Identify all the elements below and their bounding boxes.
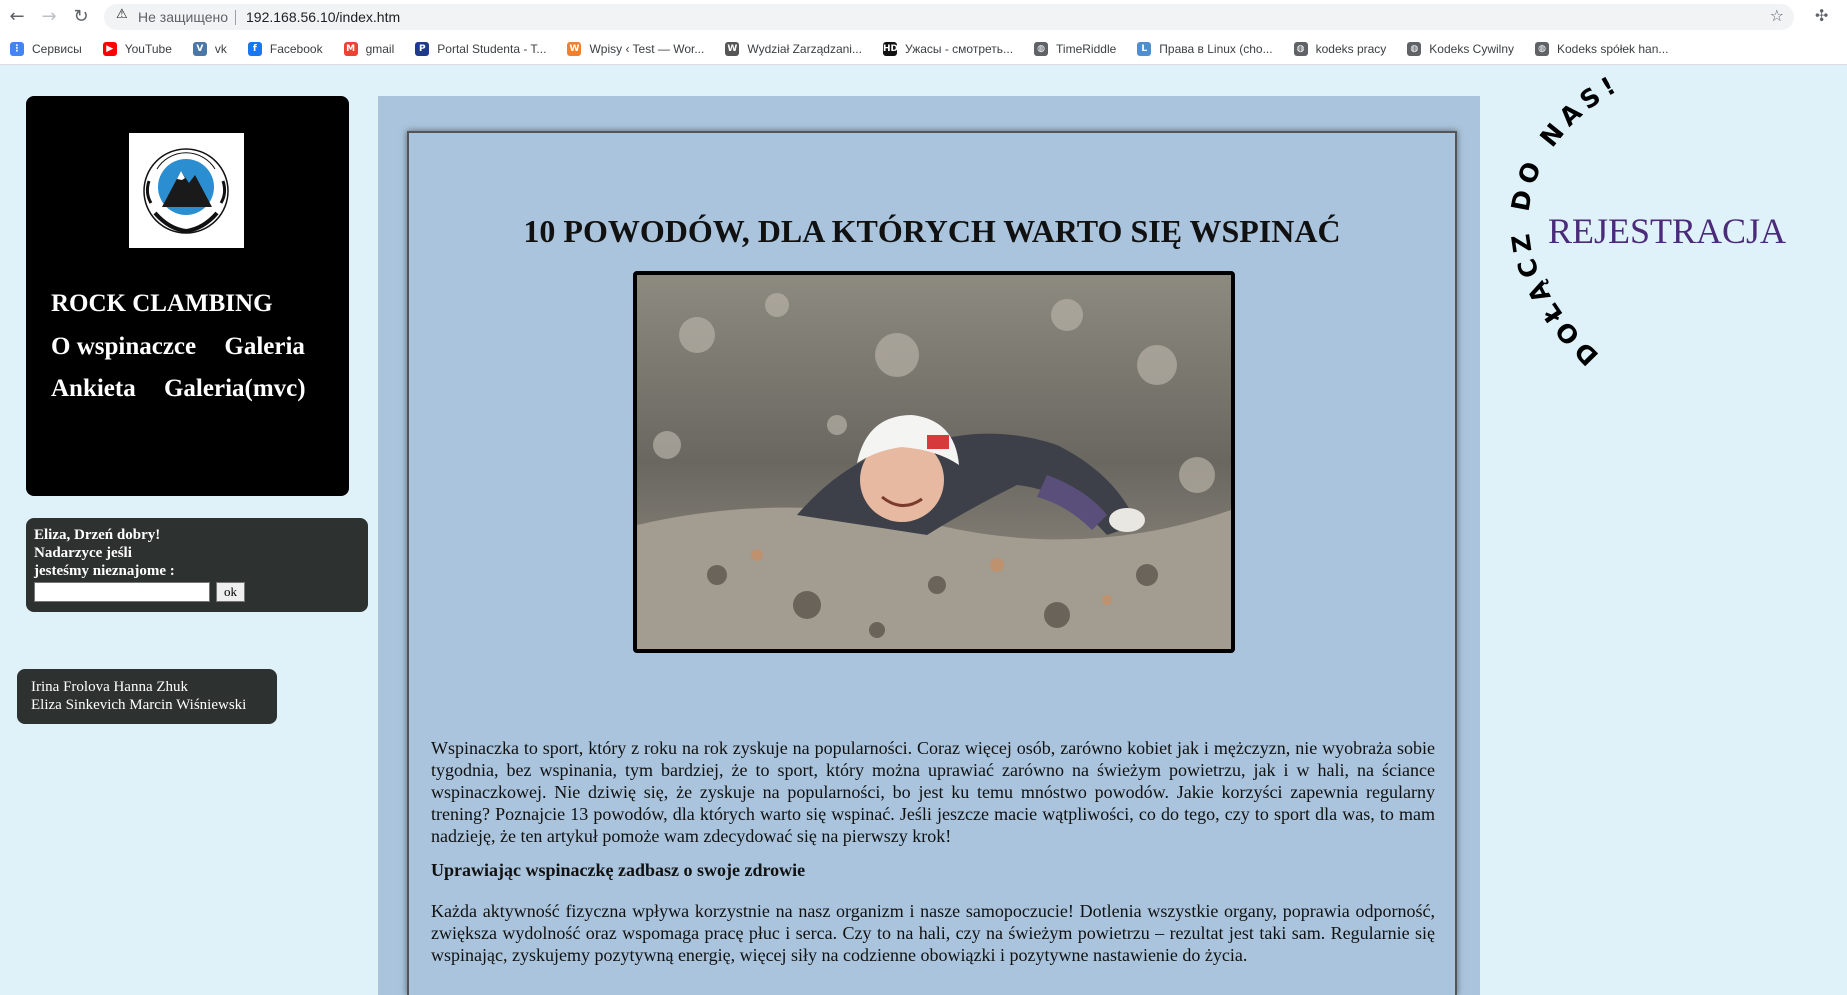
wordpress-icon: W xyxy=(567,42,582,56)
youtube-icon: ▶ xyxy=(102,42,117,56)
vk-icon: V xyxy=(192,42,207,56)
back-arrow-icon[interactable]: ← xyxy=(6,6,28,28)
bookmark-label: TimeRiddle xyxy=(1056,42,1117,56)
greeting-line-2: Nadarzyce jeśli xyxy=(34,545,132,561)
bookmark-label: vk xyxy=(214,42,227,56)
apps-grid-icon: ⋮ xyxy=(10,42,24,56)
greeting-line-1: Eliza, Drzeń dobry! xyxy=(34,527,161,543)
bookmark-label: Wydział Zarządzani... xyxy=(747,42,862,56)
bookmark-item[interactable]: P Portal Studenta - T... xyxy=(415,42,546,56)
bookmark-item[interactable]: L Права в Linux (cho... xyxy=(1137,42,1273,56)
nav-link-o-wspinaczce[interactable]: O wspinaczce xyxy=(51,333,196,360)
extensions-puzzle-icon[interactable]: ✣ xyxy=(1815,6,1828,25)
article-panel: 10 POWODÓW, DLA KTÓRYCH WARTO SIĘ WSPINA… xyxy=(407,131,1457,995)
nav-row-2: Ankieta Galeria(mvc) xyxy=(51,375,328,403)
bookmark-item[interactable]: ◍ Kodeks Cywilny xyxy=(1407,42,1514,56)
bookmark-label: Kodeks Cywilny xyxy=(1429,42,1514,56)
forward-arrow-icon[interactable]: → xyxy=(38,6,60,28)
bookmark-item[interactable]: Mgmail xyxy=(343,42,395,56)
nav-link-galeria[interactable]: Galeria xyxy=(224,333,305,360)
section-1-paragraph: Każda aktywność fizyczna wpływa korzystn… xyxy=(431,901,1435,965)
greeting-panel: Eliza, Drzeń dobry! Nadarzyce jeśli jest… xyxy=(26,518,368,612)
bookmark-label: Facebook xyxy=(269,42,323,56)
club-logo xyxy=(129,133,244,248)
bookmark-label: Ужасы - смотреть... xyxy=(904,42,1014,56)
url-text[interactable]: 192.168.56.10/index.htm xyxy=(246,9,400,25)
bookmark-label: YouTube xyxy=(124,42,172,56)
bookmark-star-icon[interactable]: ☆ xyxy=(1770,6,1784,25)
security-label[interactable]: Не защищено xyxy=(138,9,228,25)
article-title: 10 POWODÓW, DLA KTÓRYCH WARTO SIĘ WSPINA… xyxy=(523,213,1341,249)
wz-icon: W xyxy=(725,42,740,56)
bookmarks-bar: ⋮ Сервисы ▶ YouTube Vvk f Facebook Mgmail P Porta… xyxy=(0,34,1847,65)
greeting-line-3: jesteśmy nieznajome : xyxy=(34,563,175,579)
linux-icon: L xyxy=(1137,42,1152,56)
bookmark-item[interactable]: W Wydział Zarządzani... xyxy=(725,42,862,56)
globe-icon: ◍ xyxy=(1034,42,1049,56)
reload-icon[interactable]: ↻ xyxy=(70,6,92,28)
nav-link-ankieta[interactable]: Ankieta xyxy=(51,375,136,402)
register-link[interactable]: REJESTRACJA xyxy=(1548,210,1786,252)
bookmark-item[interactable]: W Wpisy ‹ Test — Wor... xyxy=(567,42,704,56)
bookmark-item[interactable]: ◍ kodeks pracy xyxy=(1293,42,1387,56)
hd-icon: HD xyxy=(882,42,898,56)
address-separator xyxy=(235,10,236,25)
bookmark-item[interactable]: f Facebook xyxy=(247,42,323,56)
bookmark-label: gmail xyxy=(365,42,395,56)
bookmark-label: Сервисы xyxy=(32,42,82,56)
browser-toolbar: ← → ↻ ⚠ Не защищено 192.168.56.10/index.… xyxy=(0,0,1847,34)
section-1-heading: Uprawiając wspinaczkę zadbasz o swoje zd… xyxy=(431,860,806,880)
bookmark-item[interactable]: ⋮ Сервисы xyxy=(10,42,82,56)
bookmark-item[interactable]: ◍ TimeRiddle xyxy=(1034,42,1116,56)
bookmark-label: kodeks pracy xyxy=(1315,42,1387,56)
climber-photo xyxy=(633,271,1235,653)
nav-row-1: O wspinaczce Galeria xyxy=(51,333,327,361)
bookmark-item[interactable]: HD Ужасы - смотреть... xyxy=(882,42,1014,56)
address-bar[interactable]: ⚠ Не защищено 192.168.56.10/index.htm ☆ xyxy=(104,4,1794,30)
bookmark-label: Portal Studenta - T... xyxy=(437,42,547,56)
globe-icon: ◍ xyxy=(1535,42,1549,56)
bookmark-item[interactable]: ◍ Kodeks spółek han... xyxy=(1535,42,1668,56)
bookmark-label: Kodeks spółek han... xyxy=(1557,42,1669,56)
name-input[interactable] xyxy=(34,582,210,602)
gmail-icon: M xyxy=(343,42,358,56)
nav-link-galeria-mvc[interactable]: Galeria(mvc) xyxy=(164,375,306,402)
globe-icon: ◍ xyxy=(1407,42,1422,56)
authors-panel: Irina Frolova Hanna Zhuk Eliza Sinkevich… xyxy=(17,669,277,724)
warning-icon[interactable]: ⚠ xyxy=(116,7,128,22)
globe-icon: ◍ xyxy=(1293,42,1308,56)
bookmark-label: Права в Linux (cho... xyxy=(1159,42,1273,56)
bookmark-item[interactable]: ▶ YouTube xyxy=(102,42,172,56)
site-title[interactable]: ROCK CLAMBING xyxy=(51,290,273,318)
bookmark-label: Wpisy ‹ Test — Wor... xyxy=(589,42,705,56)
authors-line-1: Irina Frolova Hanna Zhuk xyxy=(31,679,189,695)
facebook-icon: f xyxy=(247,42,262,56)
main-menu-panel: ROCK CLAMBING O wspinaczce Galeria Ankie… xyxy=(26,96,349,496)
climber-image-icon xyxy=(637,275,1231,649)
ok-button[interactable]: ok xyxy=(216,582,245,602)
mountain-logo-icon xyxy=(143,148,229,234)
bookmark-item[interactable]: Vvk xyxy=(192,42,227,56)
authors-line-2: Eliza Sinkevich Marcin Wiśniewski xyxy=(31,697,247,713)
portal-icon: P xyxy=(415,42,430,56)
article-intro-paragraph: Wspinaczka to sport, który z roku na rok… xyxy=(431,738,1435,846)
